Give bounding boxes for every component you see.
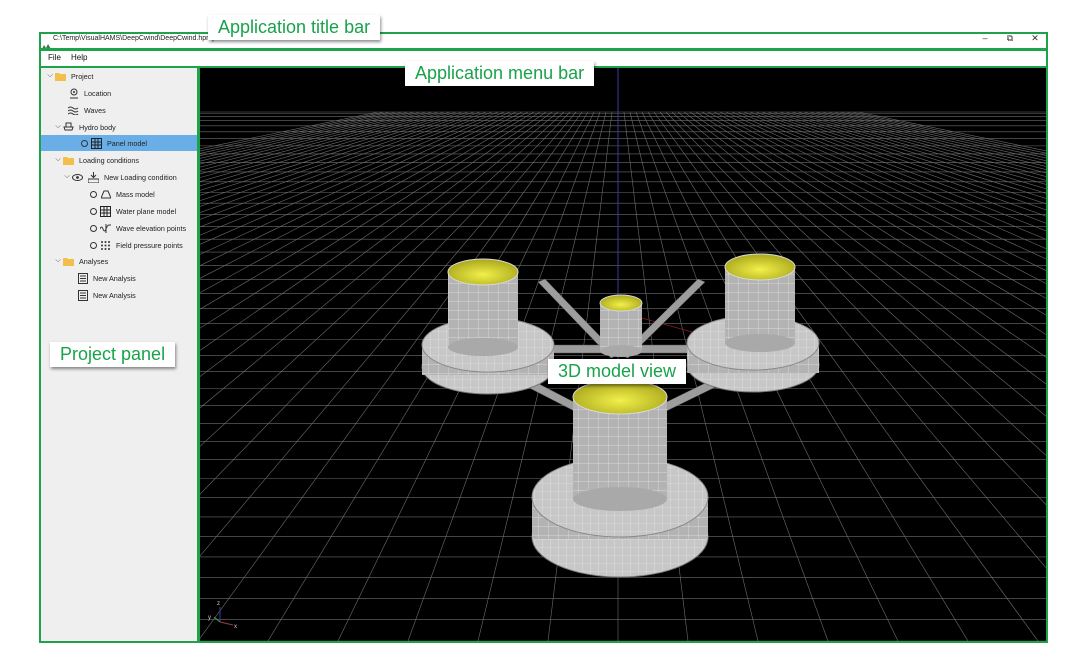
- callout-3d-model-view: 3D model view: [548, 359, 687, 384]
- title-bar-outline: [39, 32, 1048, 50]
- callout-menu-bar: Application menu bar: [405, 61, 595, 86]
- callout-project-panel: Project panel: [50, 342, 176, 367]
- model-view-outline: [197, 66, 1048, 643]
- callout-title-bar: Application title bar: [208, 15, 381, 40]
